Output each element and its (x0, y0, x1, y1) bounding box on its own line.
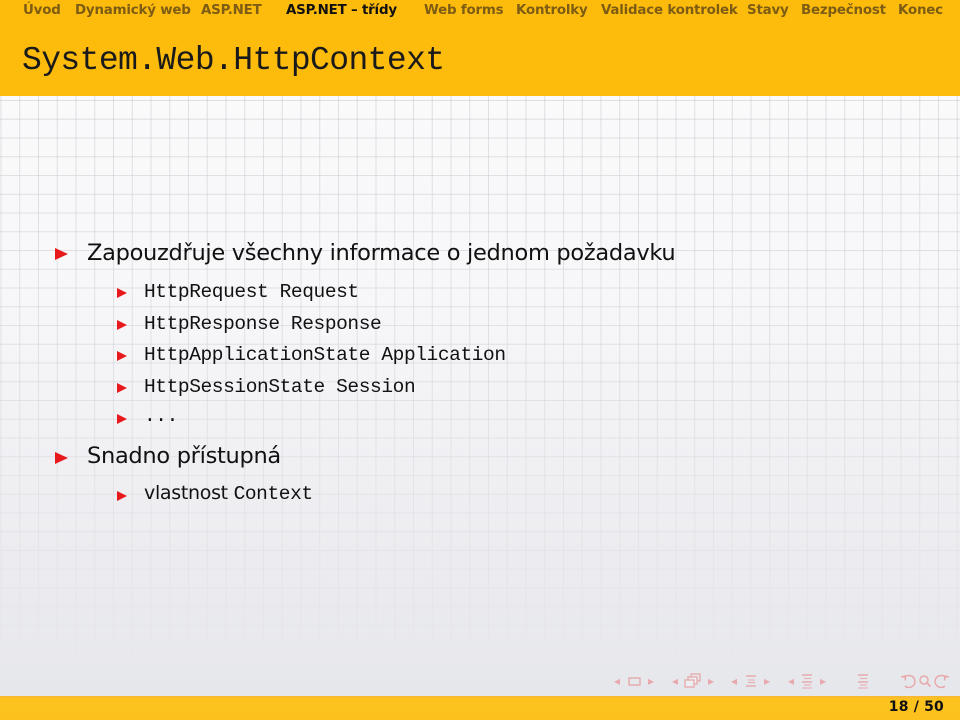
arrow-right-icon[interactable]: ▸ (764, 672, 770, 690)
arrow-left-icon[interactable]: ◂ (788, 672, 794, 690)
arrow-right-icon[interactable]: ▸ (708, 672, 714, 690)
align-icon[interactable] (856, 672, 870, 694)
sub-bullet-text: vlastnost Context (144, 482, 313, 505)
sub-bullet-icon (117, 383, 127, 393)
sub-bullet-text: HttpRequest Request (144, 281, 359, 303)
arrow-right-icon[interactable]: ▸ (820, 672, 826, 690)
back-icon[interactable] (900, 672, 916, 694)
subsection-list-icon[interactable] (800, 672, 814, 694)
page-total: 50 (924, 699, 944, 715)
frame-icon[interactable] (628, 672, 641, 692)
sub-bullet-icon (117, 491, 127, 501)
navigation-symbols: ◂ ▸ ◂ ▸ ◂ ▸ ◂ ▸ (614, 672, 960, 690)
sub-bullet-icon (117, 351, 127, 361)
arrow-left-icon[interactable]: ◂ (614, 672, 620, 690)
sub-bullet-text: ... (144, 405, 178, 427)
section-icon[interactable] (744, 672, 758, 694)
arrow-right-icon[interactable]: ▸ (648, 672, 654, 690)
forward-icon[interactable] (934, 672, 950, 694)
sub-bullet-text: HttpApplicationState Application (144, 344, 506, 366)
arrow-left-icon[interactable]: ◂ (731, 672, 737, 690)
slide-content: Zapouzdřuje všechny informace o jednom p… (0, 0, 960, 720)
arrow-left-icon[interactable]: ◂ (672, 672, 678, 690)
sub-bullet-icon (117, 414, 127, 424)
subsection-icon[interactable] (684, 672, 702, 694)
bullet-text: Snadno přístupná (87, 443, 281, 469)
sub-bullet-plain-text: vlastnost (144, 482, 234, 504)
sub-bullet-code-text: Context (233, 483, 314, 505)
bullet-icon (55, 452, 68, 464)
bullet-icon (55, 248, 68, 260)
slide-footer: 18 / 50 (0, 696, 960, 720)
page-current: 18 (888, 699, 909, 715)
sub-bullet-icon (117, 320, 127, 330)
sub-bullet-icon (117, 288, 127, 298)
page-number: 18 / 50 (888, 699, 944, 715)
sub-bullet-text: HttpResponse Response (144, 313, 382, 335)
bullet-text: Zapouzdřuje všechny informace o jednom p… (87, 240, 676, 266)
search-icon[interactable] (918, 672, 932, 694)
sub-bullet-text: HttpSessionState Session (144, 376, 416, 398)
